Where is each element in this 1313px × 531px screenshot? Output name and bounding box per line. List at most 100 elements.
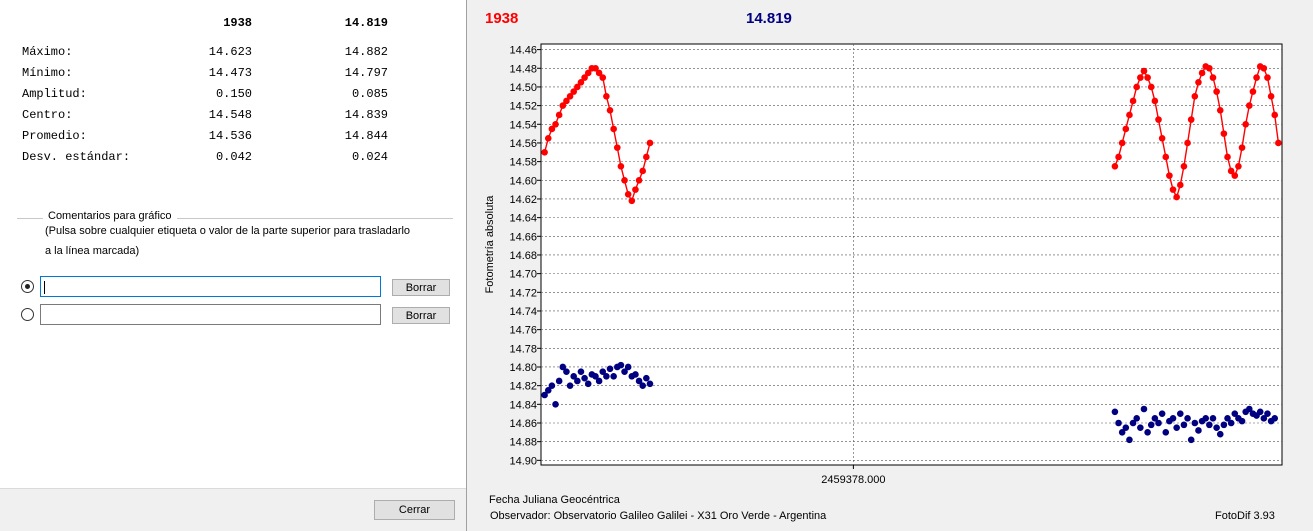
data-point-series1 [599, 74, 607, 81]
data-point-series1 [1133, 83, 1141, 91]
data-point-series1 [646, 139, 654, 147]
statistics-area: 1938 14.819 Máximo: 14.623 14.882 Mínimo… [0, 0, 466, 488]
data-point-series1 [1155, 116, 1162, 123]
data-point-series1 [1158, 134, 1166, 142]
y-tick-label: 14.88 [509, 437, 537, 449]
y-tick-label: 14.64 [509, 213, 537, 225]
y-tick-label: 14.60 [509, 175, 537, 187]
data-point-series1 [613, 144, 621, 151]
data-point-series1 [1206, 64, 1213, 72]
data-point-series2 [1206, 421, 1213, 429]
data-point-series2 [1213, 424, 1220, 431]
software-version: FotoDif 3.93 [1215, 510, 1275, 522]
stat-value-series2[interactable]: 14.882 [345, 45, 388, 59]
data-point-series2 [548, 382, 556, 389]
stat-value-series1[interactable]: 14.548 [209, 108, 252, 122]
clear-line2-button[interactable]: Borrar [392, 307, 450, 324]
stat-label[interactable]: Centro: [22, 108, 72, 122]
data-point-series2 [1144, 429, 1151, 436]
data-point-series2 [1122, 424, 1130, 431]
data-point-series2 [1195, 427, 1202, 434]
y-tick-label: 14.56 [509, 138, 537, 150]
statistics-panel: 1938 14.819 Máximo: 14.623 14.882 Mínimo… [0, 0, 467, 531]
stat-label[interactable]: Desv. estándar: [22, 150, 130, 164]
y-axis-label: Fotometría absoluta [484, 195, 496, 294]
stat-label[interactable]: Mínimo: [22, 66, 72, 80]
stat-value-series1[interactable]: 0.150 [216, 87, 252, 101]
stat-value-series2[interactable]: 0.024 [352, 150, 388, 164]
stats-row-promedio: Promedio: 14.536 14.844 [22, 129, 402, 145]
data-point-series2 [646, 380, 654, 388]
y-tick-label: 14.54 [509, 119, 537, 131]
comment-line1-input[interactable] [40, 276, 381, 297]
stat-value-series2[interactable]: 14.844 [345, 129, 388, 143]
data-point-series2 [1115, 419, 1122, 427]
y-tick-label: 14.46 [509, 45, 537, 57]
data-point-series1 [624, 190, 632, 198]
dialog-button-bar: Cerrar [0, 488, 466, 531]
data-point-series2 [1147, 421, 1155, 429]
data-point-series1 [1260, 64, 1268, 72]
comments-title: Comentarios para gráfico [43, 210, 177, 222]
comment-line1-radio[interactable] [21, 280, 34, 293]
y-tick-label: 14.50 [509, 82, 537, 94]
data-point-series1 [1115, 153, 1122, 161]
stat-label[interactable]: Amplitud: [22, 87, 87, 101]
comment-line2-input[interactable] [40, 304, 381, 325]
stat-value-series2[interactable]: 14.839 [345, 108, 388, 122]
data-point-series1 [555, 111, 563, 119]
data-point-series1 [1166, 172, 1173, 179]
data-point-series1 [1176, 181, 1184, 189]
data-point-series1 [1151, 97, 1159, 105]
y-tick-label: 14.86 [509, 418, 537, 430]
data-point-series2 [1133, 415, 1141, 422]
data-point-series2 [624, 363, 632, 371]
stat-value-series2[interactable]: 0.085 [352, 87, 388, 101]
data-point-series1 [1271, 111, 1279, 119]
y-tick-label: 14.80 [509, 362, 537, 374]
stats-header-series2[interactable]: 14.819 [345, 16, 388, 30]
x-axis-label: Fecha Juliana Geocéntrica [489, 494, 620, 506]
data-point-series1 [1235, 162, 1242, 170]
data-point-series2 [1126, 436, 1133, 444]
stat-label[interactable]: Máximo: [22, 45, 72, 59]
data-point-series1 [1224, 153, 1231, 161]
y-tick-label: 14.62 [509, 194, 537, 206]
data-point-series2 [1227, 419, 1235, 427]
comments-help-line1: (Pulsa sobre cualquier etiqueta o valor … [45, 225, 411, 237]
data-point-series2 [617, 361, 625, 369]
data-point-series1 [1246, 102, 1253, 109]
data-point-series1 [628, 197, 636, 205]
y-tick-label: 14.58 [509, 157, 537, 169]
stat-value-series1[interactable]: 14.623 [209, 45, 252, 59]
clear-line1-button[interactable]: Borrar [392, 279, 450, 296]
data-point-series1 [1169, 186, 1177, 193]
comment-line2-radio[interactable] [21, 308, 34, 321]
radio-selected-dot [25, 284, 30, 289]
text-caret [44, 281, 45, 294]
data-point-series1 [1216, 106, 1224, 114]
stat-value-series1[interactable]: 0.042 [216, 150, 252, 164]
chart-window: 1938 14.819 14.46 14.48 14.50 14.52 14.54 14.… [469, 0, 1313, 531]
stat-value-series1[interactable]: 14.536 [209, 129, 252, 143]
stats-header-series1[interactable]: 1938 [223, 16, 252, 30]
y-tick-label: 14.66 [509, 231, 537, 243]
data-point-series1 [1118, 139, 1126, 147]
data-point-series1 [606, 106, 614, 114]
y-tick-label: 14.78 [509, 343, 537, 355]
stat-value-series1[interactable]: 14.473 [209, 66, 252, 80]
data-point-series1 [1213, 88, 1220, 95]
data-point-series2 [1184, 415, 1191, 422]
data-point-series2 [1238, 417, 1246, 425]
data-point-series1 [1184, 139, 1191, 147]
stat-value-series2[interactable]: 14.797 [345, 66, 388, 80]
data-point-series1 [1173, 193, 1180, 201]
data-point-series1 [1209, 74, 1217, 81]
data-point-series2 [1264, 410, 1271, 417]
data-point-series1 [1275, 139, 1282, 147]
data-point-series1 [639, 167, 647, 175]
close-button[interactable]: Cerrar [374, 500, 455, 520]
data-point-series1 [1249, 88, 1257, 95]
data-point-series1 [1162, 153, 1170, 161]
stat-label[interactable]: Promedio: [22, 129, 87, 143]
